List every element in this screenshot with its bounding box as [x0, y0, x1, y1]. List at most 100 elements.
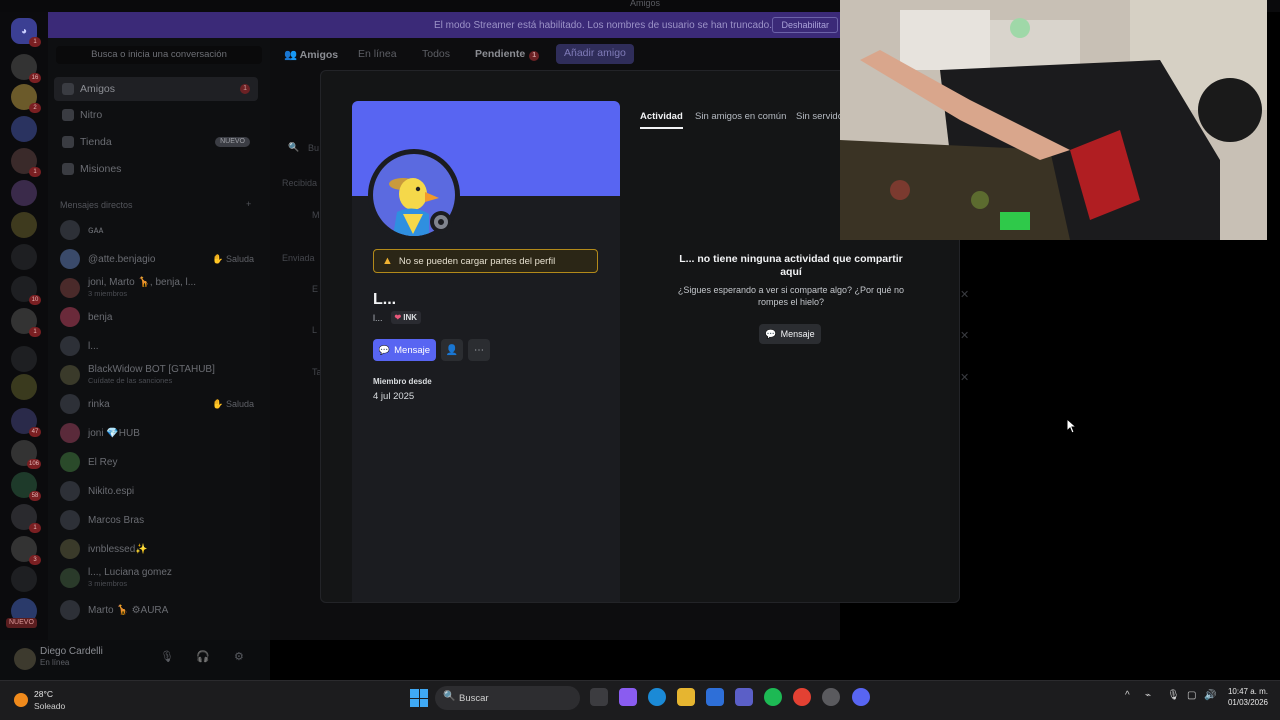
nav-quests[interactable]: Misiones — [54, 157, 258, 181]
settings-gear-icon[interactable]: ⚙ — [234, 650, 244, 663]
taskbar-search[interactable]: 🔍 Buscar — [435, 686, 580, 710]
rail-badge: 16 — [29, 73, 41, 83]
system-clock[interactable]: 10:47 a. m. 01/03/2026 — [1222, 686, 1268, 708]
dm-item[interactable]: @atte.benjagio ✋ Saluda — [56, 245, 262, 273]
tab-all[interactable]: Todos — [422, 48, 450, 60]
nav-label: Misiones — [80, 163, 122, 175]
tab-online[interactable]: En línea — [358, 48, 397, 60]
add-friend-button[interactable]: Añadir amigo — [556, 44, 634, 64]
tag-icon: ❤ — [394, 313, 402, 322]
dm-item[interactable]: BlackWidow BOT [GTAHUB] Cuídate de las sa… — [56, 361, 262, 389]
cancel-request-icon[interactable]: ✕ — [960, 329, 969, 342]
friends-header: 👥 Amigos En línea Todos Pendiente 1 Añadi… — [270, 38, 840, 70]
file-explorer-icon[interactable] — [677, 688, 695, 706]
dm-item[interactable]: Nikito.espi — [56, 477, 262, 505]
app-icon[interactable] — [822, 688, 840, 706]
avatar — [60, 394, 80, 414]
windows-start-icon[interactable] — [410, 689, 428, 707]
server-icon[interactable] — [11, 116, 37, 142]
quests-icon — [62, 163, 74, 175]
webcam-overlay — [840, 0, 1267, 240]
tab-pending[interactable]: Pendiente 1 — [475, 48, 540, 61]
message-button[interactable]: 💬 Mensaje — [373, 339, 436, 361]
request-row[interactable]: M — [312, 210, 320, 220]
spotify-icon[interactable] — [764, 688, 782, 706]
dm-name: Marto 🦒 ⚙AURA — [88, 604, 169, 616]
chrome-icon[interactable] — [793, 688, 811, 706]
guild-tag[interactable]: ❤ INK — [390, 311, 421, 324]
server-icon[interactable] — [11, 244, 37, 270]
dm-item[interactable]: joni, Marto 🦒, benja, l... 3 miembros — [56, 274, 262, 302]
dm-item[interactable]: ivnblessed✨ — [56, 535, 262, 563]
server-icon[interactable]: 16 — [11, 54, 41, 83]
warning-icon: ▲ — [382, 255, 393, 267]
task-view-icon[interactable] — [590, 688, 608, 706]
nav-nitro[interactable]: Nitro — [54, 103, 258, 127]
request-row[interactable]: E — [312, 284, 318, 294]
server-icon[interactable] — [11, 566, 37, 592]
dm-header: Mensajes directos + — [60, 199, 251, 210]
conversation-search[interactable]: Busca o inicia una conversación — [56, 46, 262, 64]
tab-activity[interactable]: Actividad — [640, 111, 683, 129]
sent-header: Enviada — [282, 253, 315, 263]
pending-search[interactable]: Bu — [308, 143, 319, 153]
empty-message-button[interactable]: 💬 Mensaje — [759, 324, 821, 344]
microphone-icon[interactable]: 🎙 — [160, 650, 174, 663]
dm-item[interactable]: benja — [56, 303, 262, 331]
friends-icon — [62, 83, 74, 95]
user-avatar[interactable] — [14, 648, 36, 670]
server-icon[interactable]: 1 — [11, 504, 41, 533]
server-icon[interactable] — [11, 346, 37, 372]
cancel-request-icon[interactable]: ✕ — [960, 288, 969, 301]
tab-mutual-servers[interactable]: Sin servido — [796, 111, 843, 122]
dm-item[interactable]: Marto 🦒 ⚙AURA — [56, 596, 262, 624]
dm-item[interactable]: l... — [56, 332, 262, 360]
nav-shop[interactable]: Tienda NUEVO — [54, 130, 258, 154]
network-icon[interactable]: ⌁ — [1145, 690, 1151, 701]
tab-mutual-friends[interactable]: Sin amigos en común — [695, 111, 786, 122]
outlook-icon[interactable] — [706, 688, 724, 706]
dm-item[interactable]: El Rey — [56, 448, 262, 476]
cancel-request-icon[interactable]: ✕ — [960, 371, 969, 384]
wave-button[interactable]: ✋ Saluda — [212, 399, 254, 410]
server-icon[interactable]: 58 — [11, 472, 41, 501]
server-icon[interactable]: 1 — [11, 148, 41, 177]
request-row[interactable]: L — [312, 325, 317, 335]
dm-item[interactable]: l..., Luciana gomez 3 miembros — [56, 564, 262, 592]
nav-friends[interactable]: Amigos 1 — [54, 77, 258, 101]
server-icon[interactable]: 2 — [11, 84, 41, 113]
copilot-icon[interactable] — [619, 688, 637, 706]
wifi-icon[interactable]: ▢ — [1187, 690, 1196, 701]
nav-label: Amigos — [80, 83, 116, 95]
volume-icon[interactable]: 🔊 — [1204, 690, 1216, 701]
teams-icon[interactable] — [735, 688, 753, 706]
edge-icon[interactable] — [648, 688, 666, 706]
disable-streamer-button[interactable]: Deshabilitar — [772, 17, 838, 33]
server-icon[interactable] — [11, 212, 37, 238]
server-icon[interactable]: 1 — [11, 308, 41, 337]
create-dm-icon[interactable]: + — [246, 199, 251, 209]
server-icon[interactable] — [11, 374, 37, 400]
home-button[interactable]: ◕ 1 — [11, 18, 41, 47]
server-icon[interactable]: 10 — [11, 276, 41, 305]
server-icon[interactable]: 47 — [11, 408, 41, 437]
tag-label: INK — [403, 313, 417, 322]
server-icon[interactable]: 106 — [11, 440, 41, 469]
dm-item[interactable]: Marcos Bras — [56, 506, 262, 534]
dm-item[interactable]: joni 💎HUB — [56, 419, 262, 447]
taskbar: 28°C Soleado 🔍 Buscar ^ ⌁ 🎙 ▢ 🔊 10:47 a.… — [0, 680, 1280, 720]
discord-taskbar-icon[interactable] — [852, 688, 870, 706]
dm-item[interactable]: rinka ✋ Saluda — [56, 390, 262, 418]
wave-button[interactable]: ✋ Saluda — [212, 254, 254, 265]
dm-item[interactable]: ɢᴀᴀ — [56, 216, 262, 244]
server-icon[interactable]: 3 — [11, 536, 41, 565]
server-icon[interactable] — [11, 180, 37, 206]
add-friend-icon[interactable]: 👤 — [441, 339, 463, 361]
microphone-tray-icon[interactable]: 🎙 — [1167, 690, 1180, 701]
dm-name: l..., Luciana gomez — [88, 567, 172, 578]
tray-expand-icon[interactable]: ^ — [1125, 690, 1130, 701]
profile-load-warning: ▲ No se pueden cargar partes del perfil — [373, 249, 598, 273]
member-since-label: Miembro desde — [373, 377, 432, 386]
headphones-icon[interactable]: 🎧 — [196, 650, 210, 663]
more-options-icon[interactable]: ⋯ — [468, 339, 490, 361]
